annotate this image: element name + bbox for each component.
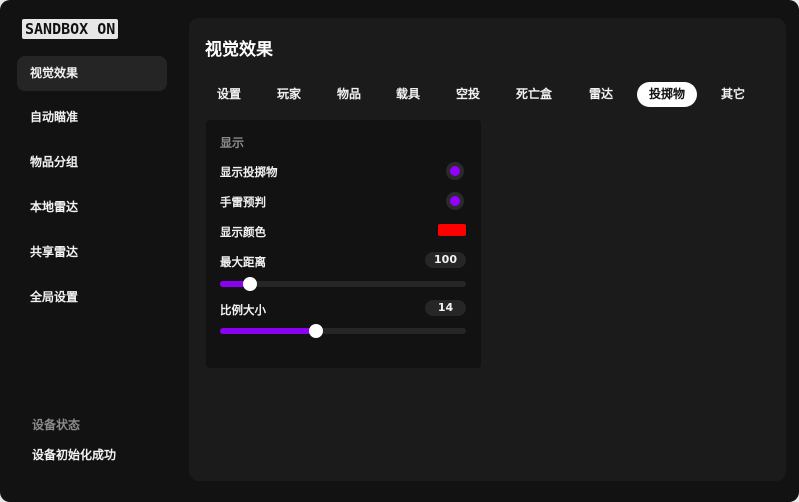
device-status-text: 设备初始化成功 [32,448,117,462]
scale-size-label: 比例大小 [220,303,266,317]
slider-thumb[interactable] [242,277,257,291]
app-logo: SANDBOX ON [22,19,119,39]
tab-other[interactable]: 其它 [711,82,755,107]
slider-thumb[interactable] [308,324,323,338]
tab-items[interactable]: 物品 [327,82,371,107]
scale-size-value: 14 [425,300,466,316]
grenade-predict-label: 手雷预判 [220,195,266,209]
scale-size-slider[interactable] [220,324,466,338]
max-distance-label: 最大距离 [220,255,266,269]
app-window: SANDBOX ON 视觉效果 自动瞄准 物品分组 本地雷达 共享雷达 全局设置… [0,0,799,502]
tab-deathbox[interactable]: 死亡盒 [506,82,562,107]
sidebar-item-local-radar[interactable]: 本地雷达 [17,190,167,225]
sidebar-item-visual-effects[interactable]: 视觉效果 [17,56,167,91]
slider-fill [220,328,316,334]
section-title: 显示 [220,136,245,150]
sidebar-item-aimbot[interactable]: 自动瞄准 [17,100,167,135]
display-color-label: 显示颜色 [220,225,266,239]
sidebar-item-shared-radar[interactable]: 共享雷达 [17,235,167,270]
tab-airdrop[interactable]: 空投 [446,82,490,107]
tab-settings[interactable]: 设置 [207,82,251,107]
show-throwables-label: 显示投掷物 [220,165,278,179]
sidebar-item-global-settings[interactable]: 全局设置 [17,280,167,315]
max-distance-value: 100 [425,252,466,268]
toggle-on-indicator [450,196,460,206]
grenade-predict-toggle[interactable] [446,192,464,210]
display-settings-panel: 显示 显示投掷物 手雷预判 显示颜色 最大距离 100 比例大小 14 [206,120,481,368]
tab-throwables[interactable]: 投掷物 [637,82,697,107]
device-status-title: 设备状态 [32,418,81,432]
show-throwables-toggle[interactable] [446,162,464,180]
tab-vehicles[interactable]: 载具 [386,82,430,107]
tab-radar[interactable]: 雷达 [579,82,623,107]
toggle-on-indicator [450,166,460,176]
tab-players[interactable]: 玩家 [267,82,311,107]
display-color-swatch[interactable] [438,224,466,236]
main-content: 视觉效果 设置 玩家 物品 载具 空投 死亡盒 雷达 投掷物 其它 显示 显示投… [189,18,786,481]
page-title: 视觉效果 [205,40,273,60]
sidebar-item-item-groups[interactable]: 物品分组 [17,145,167,180]
max-distance-slider[interactable] [220,277,466,291]
